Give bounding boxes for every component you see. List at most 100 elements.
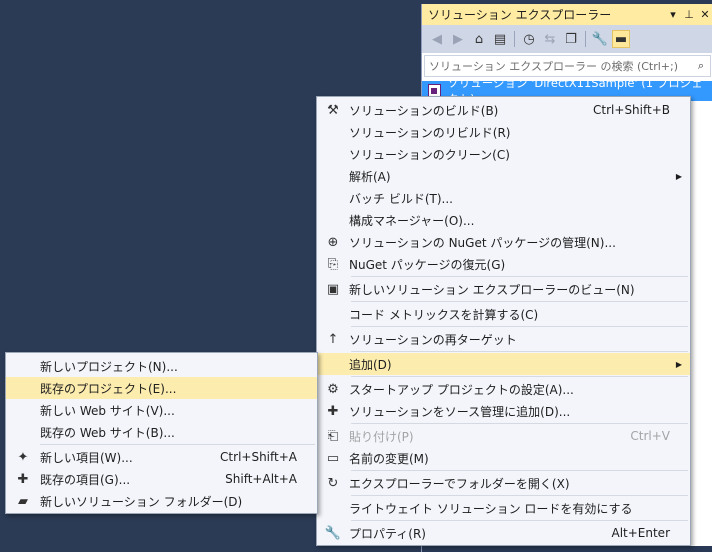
menu-item-label: エクスプローラーでフォルダーを開く(X): [349, 476, 570, 491]
menu-separator: [351, 276, 688, 277]
collapse-all-icon[interactable]: ❐: [562, 30, 580, 48]
menu-item-label: ライトウェイト ソリューション ロードを有効にする: [349, 501, 633, 516]
menu-item-icon: ↻: [327, 475, 339, 491]
menu-separator: [351, 351, 688, 352]
menu-item-label: 新しい Web サイト(V)...: [40, 403, 175, 418]
search-input[interactable]: ソリューション エクスプローラー の検索 (Ctrl+;) ⌕: [424, 55, 711, 77]
menu-item-icon: ⚒: [327, 102, 339, 118]
search-icon[interactable]: ⌕: [698, 59, 710, 73]
context-menu-item[interactable]: 🔧 プロパティ(R) Alt+Enter: [317, 522, 690, 544]
properties-icon[interactable]: 🔧: [591, 30, 609, 48]
menu-separator: [40, 444, 315, 445]
menu-item-shortcut: Ctrl+V: [630, 429, 670, 443]
dropdown-icon[interactable]: ▾: [665, 8, 681, 21]
context-menu-item[interactable]: コード メトリックスを計算する(C): [317, 303, 690, 325]
menu-separator: [351, 423, 688, 424]
menu-item-label: 解析(A): [349, 169, 391, 184]
menu-item-label: 新しいソリューション フォルダー(D): [40, 494, 243, 509]
submenu-item[interactable]: ▰ 新しいソリューション フォルダー(D): [6, 490, 317, 512]
menu-item-label: 構成マネージャー(O)...: [349, 213, 475, 228]
menu-item-label: 新しいプロジェクト(N)...: [40, 359, 178, 374]
menu-item-label: 追加(D): [349, 357, 392, 372]
context-menu-item[interactable]: ソリューションのクリーン(C): [317, 143, 690, 165]
context-menu-item[interactable]: ⚙ スタートアップ プロジェクトの設定(A)...: [317, 378, 690, 400]
menu-item-label: 既存の Web サイト(B)...: [40, 425, 175, 440]
submenu-item[interactable]: ✦ 新しい項目(W)... Ctrl+Shift+A: [6, 446, 317, 468]
context-menu-item[interactable]: 追加(D) ▶: [317, 353, 690, 375]
home-icon[interactable]: ⌂: [470, 30, 488, 48]
menu-item-icon: ⊕: [327, 234, 339, 250]
panel-toolbar: ◀ ▶ ⌂ ▤ ◷ ⇆ ❐ 🔧 ▬: [422, 25, 712, 53]
context-menu-item[interactable]: バッチ ビルド(T)...: [317, 187, 690, 209]
solution-context-menu: ⚒ ソリューションのビルド(B) Ctrl+Shift+B ソリューションのリビルド(…: [316, 96, 691, 546]
context-menu-item[interactable]: ⚒ ソリューションのビルド(B) Ctrl+Shift+B: [317, 99, 690, 121]
menu-item-label: ソリューションのリビルド(R): [349, 125, 511, 140]
context-menu-item[interactable]: ↻ エクスプローラーでフォルダーを開く(X): [317, 472, 690, 494]
context-menu-item[interactable]: ライトウェイト ソリューション ロードを有効にする: [317, 497, 690, 519]
panel-bottom-strip: [422, 546, 712, 552]
menu-item-label: NuGet パッケージの復元(G): [349, 257, 506, 272]
menu-item-label: ソリューションの NuGet パッケージの管理(N)...: [349, 235, 616, 250]
forward-icon[interactable]: ▶: [449, 30, 467, 48]
menu-separator: [351, 520, 688, 521]
preview-icon[interactable]: ▬: [612, 30, 630, 48]
menu-item-icon: ▭: [326, 450, 340, 466]
menu-item-shortcut: Shift+Alt+A: [225, 472, 297, 486]
search-placeholder: ソリューション エクスプローラー の検索 (Ctrl+;): [429, 60, 679, 73]
context-menu-item[interactable]: ▭ 名前の変更(M): [317, 447, 690, 469]
add-submenu: 新しいプロジェクト(N)... 既存のプロジェクト(E)... 新しい Web サイ…: [5, 352, 318, 514]
menu-item-label: ソリューションをソース管理に追加(D)...: [349, 404, 571, 419]
context-menu-item[interactable]: 構成マネージャー(O)...: [317, 209, 690, 231]
close-icon[interactable]: ✕: [697, 8, 712, 21]
submenu-item[interactable]: 既存のプロジェクト(E)...: [6, 377, 317, 399]
menu-item-icon: ✚: [17, 471, 29, 487]
menu-separator: [351, 301, 688, 302]
menu-item-label: バッチ ビルド(T)...: [349, 191, 453, 206]
submenu-arrow-icon: ▶: [675, 359, 682, 369]
menu-item-label: 既存の項目(G)...: [40, 472, 131, 487]
menu-separator: [351, 376, 688, 377]
sync-icon[interactable]: ⇆: [541, 30, 559, 48]
menu-separator: [351, 326, 688, 327]
context-menu-item[interactable]: ソリューションのリビルド(R): [317, 121, 690, 143]
context-menu-item[interactable]: ✚ ソリューションをソース管理に追加(D)...: [317, 400, 690, 422]
panel-title-bar: ソリューション エクスプローラー ▾ ⊥ ✕: [422, 4, 712, 25]
context-menu-item[interactable]: ⊕ ソリューションの NuGet パッケージの管理(N)...: [317, 231, 690, 253]
menu-item-label: ソリューションのビルド(B): [349, 103, 499, 118]
submenu-arrow-icon: ▶: [675, 171, 682, 181]
menu-item-icon: ⎘: [327, 256, 339, 272]
pin-icon[interactable]: ⊥: [681, 8, 697, 21]
menu-item-label: 新しい項目(W)...: [40, 450, 133, 465]
menu-item-label: 新しいソリューション エクスプローラーのビュー(N): [349, 282, 635, 297]
submenu-item[interactable]: 既存の Web サイト(B)...: [6, 421, 317, 443]
context-menu-item[interactable]: ↑ ソリューションの再ターゲット: [317, 328, 690, 350]
menu-item-icon: ▣: [326, 281, 340, 297]
menu-item-shortcut: Ctrl+Shift+A: [220, 450, 297, 464]
menu-item-icon: ↑: [327, 331, 339, 347]
menu-item-label: スタートアップ プロジェクトの設定(A)...: [349, 382, 574, 397]
context-menu-item[interactable]: ⎘ NuGet パッケージの復元(G): [317, 253, 690, 275]
submenu-item[interactable]: 新しいプロジェクト(N)...: [6, 355, 317, 377]
panel-title: ソリューション エクスプローラー: [428, 8, 612, 22]
back-icon[interactable]: ◀: [428, 30, 446, 48]
menu-item-icon: ✦: [17, 449, 29, 465]
menu-item-icon: ✚: [327, 403, 339, 419]
submenu-item[interactable]: 新しい Web サイト(V)...: [6, 399, 317, 421]
menu-separator: [351, 495, 688, 496]
context-menu-item[interactable]: 解析(A) ▶: [317, 165, 690, 187]
menu-item-label: 名前の変更(M): [349, 451, 429, 466]
menu-item-icon: ⎗: [327, 428, 339, 444]
menu-item-label: コード メトリックスを計算する(C): [349, 307, 539, 322]
menu-item-label: ソリューションのクリーン(C): [349, 147, 510, 162]
pending-changes-icon[interactable]: ◷: [520, 30, 538, 48]
switch-views-icon[interactable]: ▤: [491, 30, 509, 48]
menu-separator: [351, 470, 688, 471]
menu-item-icon: ⚙: [327, 381, 339, 397]
menu-item-label: 既存のプロジェクト(E)...: [40, 381, 177, 396]
submenu-item[interactable]: ✚ 既存の項目(G)... Shift+Alt+A: [6, 468, 317, 490]
menu-item-label: ソリューションの再ターゲット: [349, 332, 517, 347]
menu-item-shortcut: Ctrl+Shift+B: [593, 103, 670, 117]
menu-item-shortcut: Alt+Enter: [611, 526, 670, 540]
context-menu-item[interactable]: ▣ 新しいソリューション エクスプローラーのビュー(N): [317, 278, 690, 300]
menu-item-icon: 🔧: [324, 525, 342, 541]
